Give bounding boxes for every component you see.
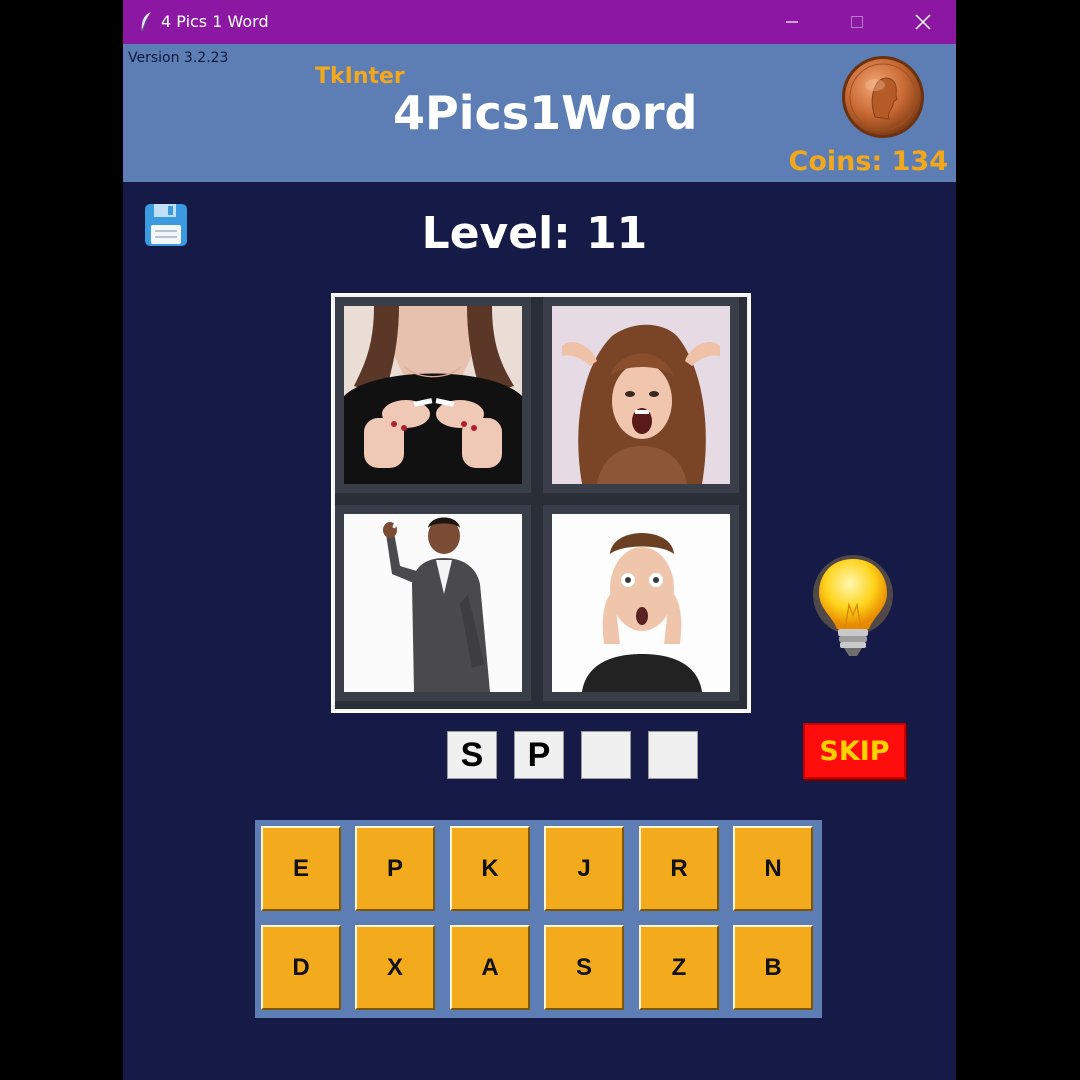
letter-key[interactable]: E <box>261 826 341 911</box>
letter-key[interactable]: K <box>450 826 530 911</box>
answer-slot-2[interactable]: P <box>514 731 564 779</box>
subtitle-label: TkInter <box>315 64 405 89</box>
maximize-icon <box>851 16 863 28</box>
app-window: 4 Pics 1 Word Version 3.2.23 TkInter 4Pi… <box>123 0 956 1080</box>
feather-icon <box>141 12 151 32</box>
letter-keyboard: E P K J R N D X A S Z B <box>255 820 822 1018</box>
header-banner: Version 3.2.23 TkInter 4Pics1Word Coins:… <box>123 44 956 182</box>
window-title: 4 Pics 1 Word <box>161 12 269 31</box>
picture-grid <box>331 293 751 713</box>
title-bar: 4 Pics 1 Word <box>123 0 956 44</box>
penny-coin-icon <box>842 56 924 138</box>
game-title: 4Pics1Word <box>393 86 698 140</box>
minimize-icon <box>786 21 798 23</box>
letter-key[interactable]: X <box>355 925 435 1010</box>
picture-breaking-cigarette <box>335 297 531 493</box>
picture-screaming-woman <box>543 297 739 493</box>
lightbulb-icon[interactable] <box>811 555 895 665</box>
version-label: Version 3.2.23 <box>128 50 229 66</box>
maximize-button[interactable] <box>824 0 890 44</box>
coins-counter: Coins: 134 <box>788 146 948 177</box>
skip-button[interactable]: SKIP <box>803 723 906 779</box>
level-label: Level: 11 <box>421 208 648 259</box>
answer-slot-1[interactable]: S <box>447 731 497 779</box>
answer-slot-4[interactable] <box>648 731 698 779</box>
picture-woman-in-suit <box>335 505 531 701</box>
letter-key[interactable]: J <box>544 826 624 911</box>
letter-key[interactable]: D <box>261 925 341 1010</box>
picture-shocked-man <box>543 505 739 701</box>
letter-key[interactable]: S <box>544 925 624 1010</box>
letter-key[interactable]: A <box>450 925 530 1010</box>
minimize-button[interactable] <box>759 0 825 44</box>
answer-slot-3[interactable] <box>581 731 631 779</box>
letter-key[interactable]: B <box>733 925 813 1010</box>
close-button[interactable] <box>890 0 956 44</box>
close-icon <box>915 14 931 30</box>
letter-key[interactable]: P <box>355 826 435 911</box>
letter-key[interactable]: R <box>639 826 719 911</box>
letter-key[interactable]: N <box>733 826 813 911</box>
letter-key[interactable]: Z <box>639 925 719 1010</box>
